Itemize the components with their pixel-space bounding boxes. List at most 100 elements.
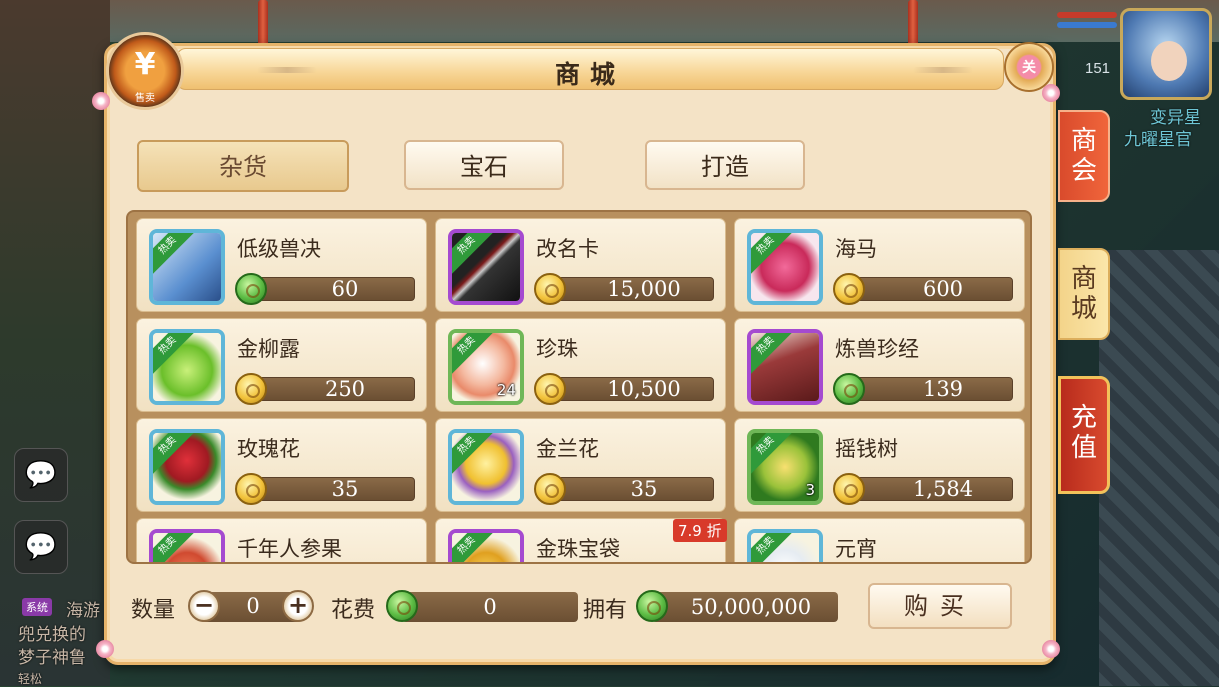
hanging-rope-right xyxy=(908,0,918,48)
item-price: 10,500 xyxy=(607,377,681,401)
item-price: 35 xyxy=(630,477,658,501)
gold-coin-icon xyxy=(534,473,566,505)
owned-value: 50,000,000 xyxy=(652,592,838,622)
item-price-bar: 35 xyxy=(257,477,415,501)
flower-decoration xyxy=(92,92,110,110)
side-tab-guild[interactable]: 商会 xyxy=(1058,110,1110,202)
gold-coin-icon xyxy=(534,373,566,405)
gold-coin-icon xyxy=(235,373,267,405)
item-icon-frame: 热卖 xyxy=(747,529,823,562)
shop-item[interactable]: 热卖 玫瑰花 35 xyxy=(136,418,427,512)
tab-gems[interactable]: 宝石 xyxy=(404,140,564,190)
item-price-bar: 10,500 xyxy=(556,377,714,401)
sell-button[interactable]: ¥ 售卖 xyxy=(106,32,184,110)
hp-mp-bars xyxy=(1057,12,1117,42)
title-bar: 商城 xyxy=(176,48,1004,90)
gold-coin-icon xyxy=(833,473,865,505)
shop-item[interactable]: 热卖 改名卡 15,000 xyxy=(435,218,726,312)
yen-icon: ¥ xyxy=(134,47,156,82)
increase-quantity-button[interactable]: + xyxy=(282,590,314,622)
flower-decoration xyxy=(96,640,114,658)
shop-item[interactable]: 热卖 金兰花 35 xyxy=(435,418,726,512)
shop-item[interactable]: 热卖 低级兽决 60 xyxy=(136,218,427,312)
background-roof-top xyxy=(0,0,1219,42)
shop-item[interactable]: 热卖 海马 600 xyxy=(734,218,1025,312)
item-icon-frame: 热卖 xyxy=(149,329,225,405)
jade-coin-icon xyxy=(235,273,267,305)
jade-coin-icon xyxy=(833,373,865,405)
tab-forging[interactable]: 打造 xyxy=(645,140,805,190)
item-name: 摇钱树 xyxy=(835,437,898,461)
item-name: 千年人参果 xyxy=(237,537,342,561)
buy-button[interactable]: 购买 xyxy=(868,583,1012,629)
gold-coin-icon xyxy=(235,473,267,505)
discount-badge: 7.9 折 xyxy=(673,519,727,542)
hanging-rope-left xyxy=(258,0,268,48)
item-count: 24 xyxy=(496,381,516,399)
side-tab-mall-label: 商城 xyxy=(1070,264,1097,324)
side-tab-recharge-label: 充值 xyxy=(1070,403,1097,463)
item-icon-frame: 热卖 xyxy=(747,329,823,405)
item-icon-frame: 热卖 xyxy=(448,229,524,305)
background-right-roof xyxy=(1099,250,1219,686)
item-name: 金珠宝袋 xyxy=(536,537,620,561)
decrease-quantity-button[interactable]: − xyxy=(188,590,220,622)
quantity-value: 0 xyxy=(246,594,260,618)
voice-chat-button[interactable]: 💬 xyxy=(14,448,68,502)
item-price-bar: 600 xyxy=(855,277,1013,301)
item-price-bar: 35 xyxy=(556,477,714,501)
cost-label: 花费 xyxy=(331,598,376,623)
item-name: 玫瑰花 xyxy=(237,437,300,461)
cost-value: 0 xyxy=(402,592,578,622)
shop-item[interactable]: 热卖 3 摇钱树 1,584 xyxy=(734,418,1025,512)
item-name: 元宵 xyxy=(835,537,877,561)
item-icon-frame: 热卖 xyxy=(149,229,225,305)
shop-item[interactable]: 热卖 24 珍珠 10,500 xyxy=(435,318,726,412)
chat-button[interactable]: 💬 xyxy=(14,520,68,574)
flower-decoration xyxy=(1042,640,1060,658)
gold-coin-icon xyxy=(534,273,566,305)
item-price: 1,584 xyxy=(912,477,974,501)
item-icon-frame: 热卖 xyxy=(448,529,524,562)
side-tab-guild-label: 商会 xyxy=(1070,126,1097,186)
item-icon-frame: 热卖 xyxy=(448,429,524,505)
item-icon-frame: 热卖 xyxy=(149,529,225,562)
shop-item[interactable]: 热卖 千年人参果 xyxy=(136,518,427,562)
page-title: 商城 xyxy=(554,60,625,89)
shop-item[interactable]: 热卖 元宵 xyxy=(734,518,1025,562)
jade-coin-icon xyxy=(386,590,418,622)
player-avatar[interactable] xyxy=(1120,8,1212,100)
sell-label: 售卖 xyxy=(135,93,155,104)
item-price: 600 xyxy=(922,277,964,301)
item-price: 15,000 xyxy=(607,277,681,301)
item-price-bar: 139 xyxy=(855,377,1013,401)
player-title: 九曜星官 xyxy=(1124,130,1192,150)
chat-bubble-icon: 💬 xyxy=(24,460,58,490)
side-tab-mall[interactable]: 商城 xyxy=(1058,248,1110,340)
item-price: 60 xyxy=(331,277,359,301)
chat-line-1: 海游 xyxy=(66,601,100,621)
quantity-label: 数量 xyxy=(131,598,176,623)
gold-coin-icon xyxy=(833,273,865,305)
shop-item[interactable]: 热卖 炼兽珍经 139 xyxy=(734,318,1025,412)
flower-decoration xyxy=(1042,84,1060,102)
item-icon-frame: 热卖 3 xyxy=(747,429,823,505)
system-tag: 系统 xyxy=(22,598,52,616)
item-icon-frame: 热卖 xyxy=(747,229,823,305)
item-name: 金柳露 xyxy=(237,337,300,361)
item-price: 250 xyxy=(324,377,366,401)
shop-item[interactable]: 热卖 金柳露 250 xyxy=(136,318,427,412)
tab-groceries[interactable]: 杂货 xyxy=(137,140,349,192)
item-price-bar: 1,584 xyxy=(855,477,1013,501)
item-grid[interactable]: 热卖 低级兽决 60 热卖 改名卡 15,000 热卖 海马 600 热卖 金柳露 250 热卖 24 珍珠… xyxy=(126,210,1032,564)
item-icon-frame: 热卖 xyxy=(149,429,225,505)
item-name: 珍珠 xyxy=(536,337,578,361)
close-icon: 关 xyxy=(1022,60,1036,76)
side-tab-recharge[interactable]: 充值 xyxy=(1058,376,1110,494)
chat-line-3: 梦子神鲁 xyxy=(18,648,86,668)
item-price: 139 xyxy=(922,377,964,401)
player-level: 151 xyxy=(1085,60,1111,77)
chat-line-2: 兜兑换的 xyxy=(18,625,86,645)
owned-label: 拥有 xyxy=(583,598,628,623)
item-price-bar: 60 xyxy=(257,277,415,301)
